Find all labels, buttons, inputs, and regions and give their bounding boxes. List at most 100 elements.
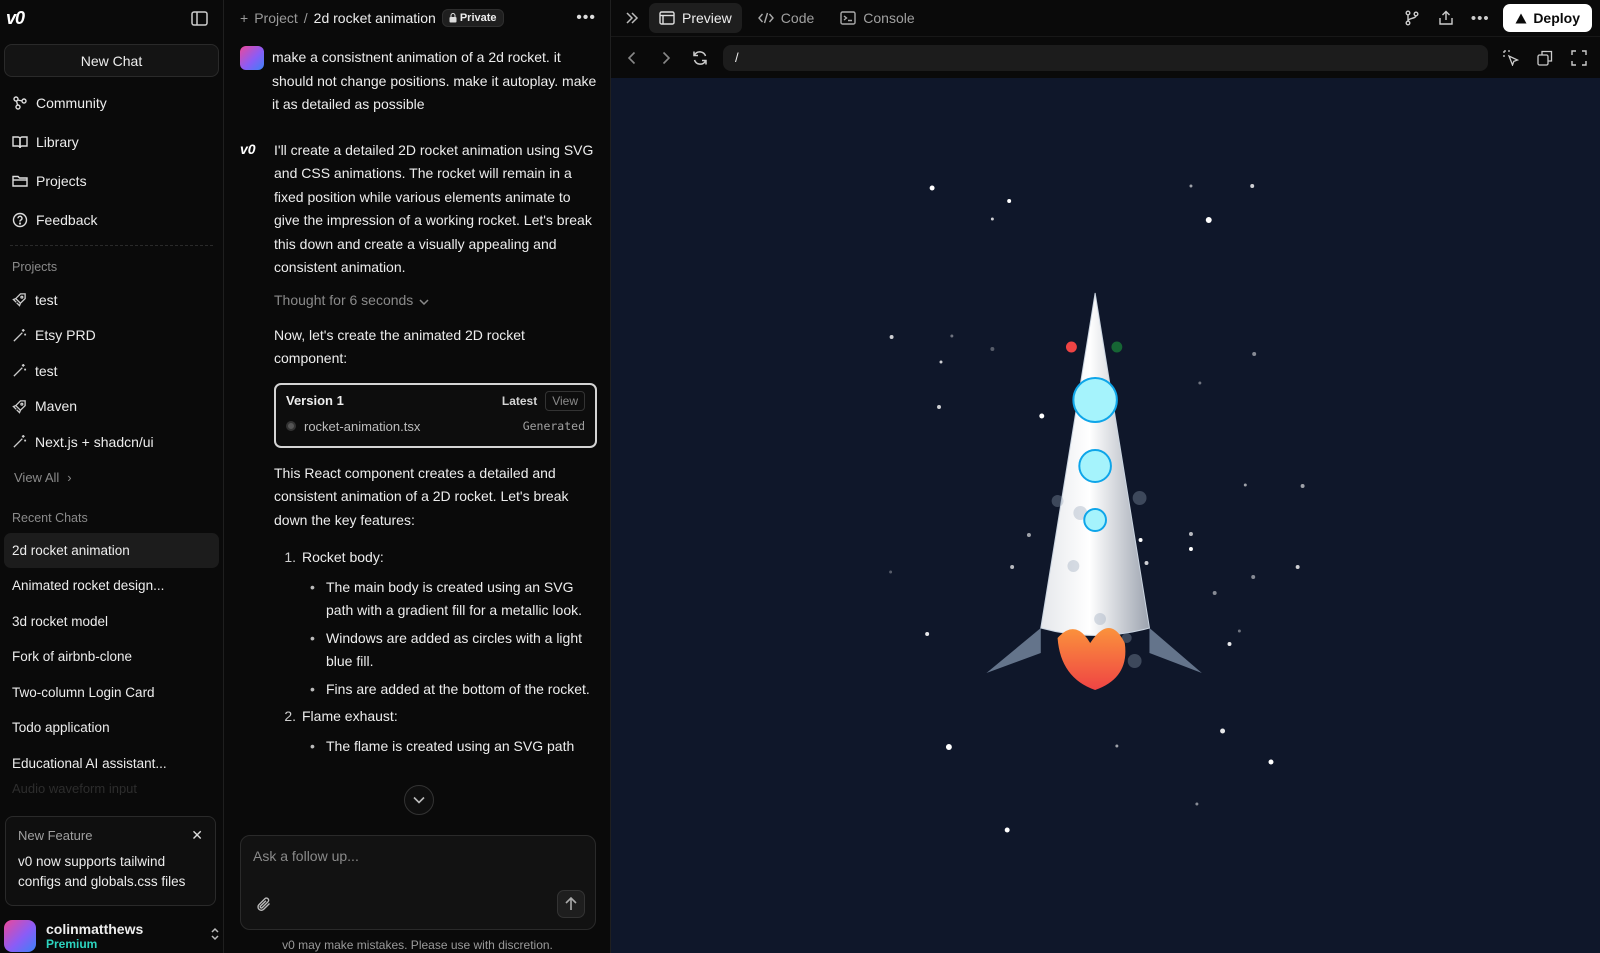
rocket-flame (1057, 628, 1126, 690)
star (1026, 533, 1031, 537)
wand-icon (13, 364, 27, 377)
scroll-down-button[interactable] (404, 785, 434, 815)
more-options-icon[interactable]: ••• (1469, 7, 1491, 29)
thought-label: Thought for 6 seconds (274, 291, 414, 308)
user-menu[interactable]: colinmatthews Premium (4, 918, 220, 953)
share-icon[interactable] (1435, 7, 1457, 29)
tab-code[interactable]: Code (748, 3, 824, 33)
star (990, 217, 994, 221)
thought-toggle[interactable]: Thought for 6 seconds (274, 292, 597, 308)
breadcrumb-separator: / (303, 10, 308, 26)
chat-input-box (240, 835, 596, 930)
tab-label: Code (780, 10, 815, 26)
tab-console[interactable]: Console (830, 3, 924, 33)
recent-chat-item[interactable]: Todo application (4, 710, 219, 746)
new-chat-button[interactable]: New Chat (4, 44, 219, 77)
collapse-chevrons-icon[interactable] (621, 7, 643, 29)
star (1198, 381, 1202, 385)
feature-list: 1. Rocket body: The main body is created … (274, 546, 597, 758)
recent-chat-item[interactable]: 2d rocket animation (4, 532, 219, 568)
view-button[interactable]: View (545, 390, 585, 411)
star (1295, 565, 1300, 569)
rocket-animation (889, 184, 1305, 833)
divider (10, 245, 213, 246)
user-message: make a consistnent animation of a 2d roc… (240, 46, 597, 117)
arrow-up-icon (565, 897, 577, 910)
breadcrumb-project[interactable]: Project (254, 10, 298, 26)
view-all-link[interactable]: View All › (0, 460, 223, 495)
recent-chat-item[interactable]: Educational AI assistant... (4, 746, 219, 782)
star (1144, 561, 1149, 565)
preview-canvas (611, 78, 1600, 953)
rocket-icon (12, 293, 26, 308)
triangle-icon (1515, 13, 1527, 23)
tab-preview[interactable]: Preview (649, 3, 742, 33)
recent-chat-item[interactable]: Audio waveform input (0, 781, 223, 795)
feature-title: New Feature (18, 828, 93, 843)
recent-chat-item[interactable]: Two-column Login Card (4, 675, 219, 711)
back-arrow-icon[interactable] (621, 47, 643, 69)
list-item: 2. Flame exhaust: The flame is created us… (274, 705, 597, 758)
chat-title[interactable]: 2d rocket animation (314, 10, 436, 26)
file-name[interactable]: rocket-animation.tsx (304, 419, 420, 434)
plus-icon: + (240, 10, 249, 26)
star (1220, 728, 1226, 734)
star (937, 405, 941, 409)
list-number: 1. (284, 549, 296, 565)
project-item[interactable]: Etsy PRD (0, 318, 223, 354)
paperclip-icon[interactable] (256, 896, 272, 915)
recent-chat-item[interactable]: Fork of airbnb-clone (4, 639, 219, 675)
sidebar-item-community[interactable]: Community (0, 83, 223, 122)
version-card[interactable]: Version 1 Latest View rocket-animation.t… (274, 382, 597, 448)
community-icon (13, 95, 27, 110)
star (1188, 532, 1193, 536)
sidebar-header: v0 (0, 0, 223, 36)
assistant-intro: I'll create a detailed 2D rocket animati… (274, 141, 594, 276)
project-item[interactable]: Maven (0, 389, 223, 425)
fullscreen-icon[interactable] (1568, 47, 1590, 69)
sidebar-item-projects[interactable]: Projects (0, 161, 223, 200)
user-name: colinmatthews (46, 920, 144, 937)
git-branch-icon[interactable] (1401, 7, 1423, 29)
lock-icon (449, 13, 457, 23)
project-item[interactable]: test (0, 282, 223, 318)
recent-chat-item[interactable]: Animated rocket design... (4, 568, 219, 604)
version-title: Version 1 (286, 393, 344, 408)
file-status: Generated (522, 419, 585, 433)
project-item[interactable]: Next.js + shadcn/ui (0, 424, 223, 460)
follow-up-input[interactable] (253, 848, 583, 878)
sidebar-item-label: Library (36, 133, 79, 150)
more-options-icon[interactable]: ••• (576, 9, 596, 27)
url-input[interactable]: / (723, 44, 1488, 71)
deploy-label: Deploy (1533, 10, 1580, 26)
assistant-message: v0 I'll create a detailed 2D rocket anim… (240, 139, 597, 280)
close-icon[interactable]: ✕ (191, 827, 203, 844)
latest-badge: Latest (501, 393, 538, 408)
star (1188, 547, 1193, 551)
preview-panel: Preview Code Console ••• Deploy / (611, 0, 1600, 953)
star (1251, 575, 1256, 579)
private-badge[interactable]: Private (441, 9, 504, 27)
v0-logo[interactable]: v0 (6, 8, 25, 29)
tab-label: Console (863, 10, 915, 26)
avatar (240, 46, 264, 70)
forward-arrow-icon[interactable] (655, 47, 677, 69)
deploy-button[interactable]: Deploy (1503, 4, 1592, 32)
rocket-window (1078, 449, 1112, 483)
star (1195, 802, 1199, 806)
project-item[interactable]: test (0, 353, 223, 389)
sidebar-item-feedback[interactable]: Feedback (0, 200, 223, 239)
folder-icon (12, 175, 28, 187)
send-button[interactable] (557, 890, 585, 918)
chevron-right-icon: › (67, 469, 72, 485)
refresh-icon[interactable] (689, 47, 711, 69)
new-window-icon[interactable] (1534, 47, 1556, 69)
recent-chat-item[interactable]: 3d rocket model (4, 604, 219, 640)
v0-logo-icon: v0 (240, 140, 256, 157)
sidebar-toggle-icon[interactable] (189, 8, 209, 28)
star (929, 185, 935, 191)
select-element-icon[interactable] (1500, 47, 1522, 69)
user-plan-badge: Premium (46, 936, 98, 951)
green-light (1111, 341, 1123, 353)
sidebar-item-library[interactable]: Library (0, 122, 223, 161)
